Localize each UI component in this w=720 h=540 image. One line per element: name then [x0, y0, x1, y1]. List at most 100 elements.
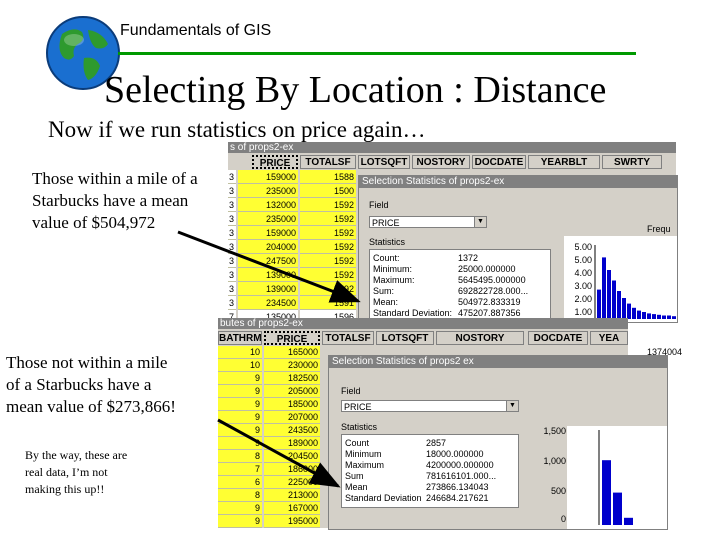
price-cell: 159000: [238, 226, 298, 240]
bottom-dialog-title: Selection Statistics of props2 ex: [329, 356, 667, 368]
note-line: By the way, these are: [25, 448, 128, 462]
column-header[interactable]: NOSTORY: [412, 155, 470, 169]
y-tick-label: 3.00: [574, 281, 592, 291]
y-tick-label: 1,000: [543, 456, 566, 466]
bottom-stats-label: Statistics: [341, 422, 378, 432]
price-cell: 207000: [264, 411, 320, 424]
caption-line: of a Starbucks have a: [6, 375, 152, 394]
bathrms-cell: 9: [218, 515, 262, 528]
bottom-field-select[interactable]: PRICE ▼: [341, 400, 519, 412]
top-dialog-title: Selection Statistics of props2-ex: [359, 176, 677, 188]
column-header[interactable]: BATHRMS: [218, 331, 262, 345]
top-freq-label: Frequ: [647, 224, 671, 234]
column-header[interactable]: TOTALSF: [300, 155, 356, 169]
stat-label: Standard Deviation: [345, 493, 422, 503]
stat-value: 18000.000000: [426, 449, 484, 459]
chevron-down-icon: ▼: [474, 217, 486, 227]
stat-label: Maximum: [345, 460, 385, 470]
price-cell: 132000: [238, 198, 298, 212]
y-tick-label: 1.00: [574, 307, 592, 317]
side-note: By the way, these are real data, I’m not…: [25, 447, 165, 498]
price-cell: 167000: [264, 502, 320, 515]
histogram-bar: [607, 270, 611, 319]
histogram-bar: [602, 460, 611, 525]
stat-value: 273866.134043: [426, 482, 489, 492]
top-table-title: s of props2-ex: [228, 142, 676, 153]
bathrms-cell: 9: [218, 411, 262, 424]
top-field-label: Field: [369, 200, 389, 210]
column-header[interactable]: TOTALSF: [322, 331, 374, 345]
histogram-bar: [612, 280, 616, 319]
bathrms-cell: 9: [218, 372, 262, 385]
stat-label: Minimum: [345, 449, 382, 459]
caption-line: Those within a mile of a: [32, 169, 198, 188]
column-header[interactable]: SWRTY: [602, 155, 662, 169]
histogram-bar: [632, 307, 636, 319]
caption-line: Those not within a mile: [6, 353, 168, 372]
column-header[interactable]: YEARBLT: [528, 155, 600, 169]
totalsf-cell: 1592: [300, 226, 356, 240]
histogram-bar: [613, 492, 622, 525]
y-tick-label: 4.00: [574, 268, 592, 278]
column-header[interactable]: NOSTORY: [436, 331, 524, 345]
column-header[interactable]: YEA: [590, 331, 628, 345]
row-index: 3: [228, 240, 236, 254]
stat-label: Sum:: [373, 286, 395, 296]
price-cell: 230000: [264, 359, 320, 372]
stat-label: Mean:: [373, 297, 399, 307]
price-cell: 204500: [264, 450, 320, 463]
bathrms-cell: 10: [218, 346, 262, 359]
bathrms-cell: 8: [218, 450, 262, 463]
price-cell: 235000: [238, 184, 298, 198]
price-cell: 213000: [264, 489, 320, 502]
totalsf-cell: 1592: [300, 282, 356, 296]
caption-line: value of $504,972: [32, 213, 156, 232]
stat-value: 475207.887356: [458, 308, 521, 318]
note-line: making this up!!: [25, 482, 105, 496]
totalsf-cell: 1588: [300, 170, 356, 184]
bottom-stats-list: Count 2857 Minimum 18000.000000 Maximum 42000…: [341, 434, 519, 508]
column-header[interactable]: LOTSQFT: [376, 331, 434, 345]
row-index: 3: [228, 268, 236, 282]
price-cell: 247500: [238, 254, 298, 268]
stat-label: Count: [345, 438, 370, 448]
price-cell: 182500: [264, 372, 320, 385]
stat-value: 25000.000000: [458, 264, 516, 274]
histogram-bar: [642, 312, 646, 319]
note-line: real data, I’m not: [25, 465, 108, 479]
column-header[interactable]: PRICE: [264, 331, 320, 345]
column-header[interactable]: PRICE: [252, 155, 298, 169]
bathrms-cell: 9: [218, 385, 262, 398]
histogram-bar: [652, 314, 656, 319]
y-tick-label: 5.00: [574, 255, 592, 265]
not-within-caption: Those not within a mile of a Starbucks h…: [6, 352, 216, 418]
bottom-table-title: butes of props2-ex: [218, 318, 628, 329]
price-cell: 139000: [238, 268, 298, 282]
slide-title: Selecting By Location : Distance: [104, 69, 607, 111]
price-cell: 189000: [264, 437, 320, 450]
totalsf-cell: 1592: [300, 240, 356, 254]
row-index: 3: [228, 282, 236, 296]
totalsf-cell: 1592: [300, 268, 356, 282]
totalsf-cell: 1592: [300, 198, 356, 212]
totalsf-cell: 1592: [300, 254, 356, 268]
histogram-bar: [602, 257, 606, 319]
bathrms-cell: 8: [218, 489, 262, 502]
title-rule: [118, 52, 636, 55]
price-cell: 185000: [264, 398, 320, 411]
stat-label: Count:: [373, 253, 400, 263]
column-header[interactable]: LOTSQFT: [358, 155, 410, 169]
column-header[interactable]: DOCDATE: [472, 155, 526, 169]
histogram-bar: [617, 291, 621, 319]
top-field-select[interactable]: PRICE ▼: [369, 216, 487, 228]
price-cell: 235000: [238, 212, 298, 226]
bathrms-cell: 10: [218, 359, 262, 372]
histogram-bar: [624, 517, 633, 525]
histogram-bar: [637, 310, 641, 319]
column-header[interactable]: DOCDATE: [528, 331, 588, 345]
price-cell: 234500: [238, 296, 298, 310]
histogram-bar: [662, 315, 666, 319]
stat-value: 692822728.000...: [458, 286, 529, 296]
row-index: 3: [228, 296, 236, 310]
stat-label: Minimum:: [373, 264, 413, 274]
